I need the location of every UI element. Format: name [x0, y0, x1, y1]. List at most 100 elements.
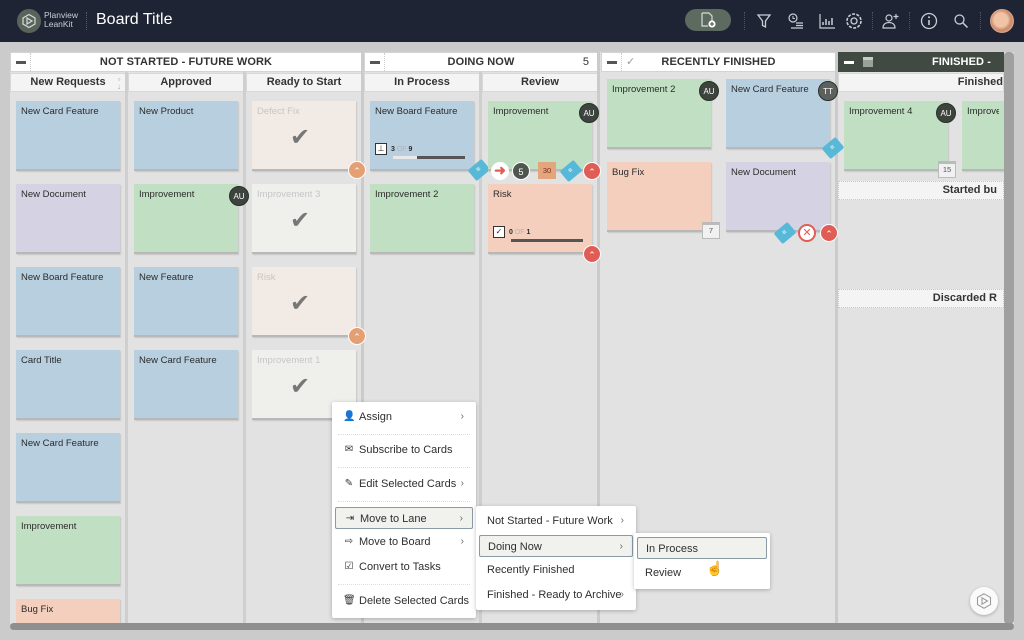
lane-group-title: FINISHED -	[931, 56, 991, 68]
card[interactable]: Improvement	[16, 516, 120, 586]
lane-header-review[interactable]: Review	[482, 73, 598, 92]
lane-header-new-requests[interactable]: New Requests ▫ ↓	[10, 73, 126, 92]
lane-header-approved[interactable]: Approved	[128, 73, 244, 92]
assignee-avatar[interactable]: TT	[818, 81, 838, 101]
lane-header-discarded[interactable]: Discarded R	[838, 289, 1004, 308]
horizontal-scrollbar[interactable]	[10, 623, 1014, 630]
lane-header-finished[interactable]: Finished	[838, 73, 1004, 92]
menu-label: Doing Now	[488, 541, 542, 553]
sort-icon[interactable]: ▫ ↓	[117, 76, 121, 91]
card[interactable]: Improvement AU	[488, 101, 599, 171]
logo-line-2: LeanKit	[44, 19, 73, 29]
menu-item-subscribe[interactable]: ✉ Subscribe to Cards	[335, 439, 473, 461]
lane-title: Review	[521, 76, 559, 88]
card[interactable]: New Feature	[134, 267, 238, 337]
menu-item-edit[interactable]: ✎ Edit Selected Cards ›	[335, 473, 473, 495]
lane-group-title: RECENTLY FINISHED	[661, 56, 776, 68]
card-ghost[interactable]: Defect Fix ✔ ⌃	[252, 101, 366, 179]
chevron-right-icon: ›	[460, 536, 464, 547]
user-avatar[interactable]	[990, 9, 1014, 33]
submenu-item-not-started[interactable]: Not Started - Future Work ›	[479, 510, 633, 532]
card[interactable]: New Document	[16, 184, 120, 254]
move-out-icon: ⇨	[344, 536, 354, 547]
card-ghost[interactable]: Risk ✔ ⌃	[252, 267, 366, 345]
card[interactable]: Improven	[962, 101, 1004, 171]
planview-logo-icon[interactable]	[17, 9, 41, 33]
lane-group-not-started[interactable]: NOT STARTED - FUTURE WORK	[10, 52, 362, 72]
card-title: New Card Feature	[21, 438, 99, 449]
progress-done: 0	[509, 228, 513, 236]
card[interactable]: New Card Feature	[16, 101, 120, 171]
card[interactable]: Improvement 4 AU 15	[844, 101, 956, 178]
lane-group-finished[interactable]: FINISHED -	[838, 52, 1004, 72]
filter-icon[interactable]	[754, 11, 774, 31]
lane-title: Started bu	[942, 184, 997, 196]
priority-icon: ⌃	[348, 161, 366, 179]
assignee-avatar[interactable]: AU	[229, 186, 249, 206]
doing-now-submenu: In Process Review	[634, 533, 770, 589]
card[interactable]: Improvement 2	[370, 184, 474, 254]
lane-group-recently-finished[interactable]: ✓ RECENTLY FINISHED	[601, 52, 836, 72]
progress-of: OF	[514, 228, 525, 236]
settings-icon[interactable]	[844, 11, 864, 31]
assignee-avatar[interactable]: AU	[936, 103, 956, 123]
menu-label: Convert to Tasks	[359, 561, 441, 573]
card[interactable]: New Card Feature	[16, 433, 120, 503]
card-ghost[interactable]: Improvement 3 ✔	[252, 184, 356, 254]
lane-group-doing-now[interactable]: DOING NOW 5	[364, 52, 598, 72]
blocked-arrow-icon: ➜	[491, 162, 509, 180]
info-icon[interactable]	[919, 11, 939, 31]
card-title: Improvement 3	[257, 189, 321, 200]
card[interactable]: Bug Fix 7	[607, 162, 720, 239]
divider	[86, 12, 87, 30]
submenu-item-recently-finished[interactable]: Recently Finished	[479, 559, 633, 581]
card[interactable]: New Board Feature	[16, 267, 120, 337]
trash-icon: 🗑	[343, 595, 356, 606]
card-title: Improvement 4	[849, 106, 913, 117]
assignee-avatar[interactable]: AU	[579, 103, 599, 123]
divider	[744, 12, 745, 30]
assignee-avatar[interactable]: AU	[699, 81, 719, 101]
card[interactable]: New Document	[726, 162, 830, 232]
search-icon[interactable]	[951, 11, 971, 31]
divider	[338, 584, 470, 585]
menu-item-move-to-board[interactable]: ⇨ Move to Board ›	[335, 531, 473, 553]
submenu-item-finished[interactable]: Finished - Ready to Archive ›	[479, 584, 633, 606]
card-title: New Document	[731, 167, 796, 178]
help-launcher-button[interactable]	[970, 587, 998, 615]
user-icon: 👤	[343, 411, 356, 422]
analytics-icon[interactable]	[817, 11, 837, 31]
tasks-icon: ⊥	[375, 143, 387, 155]
card[interactable]: Bug Fix	[16, 599, 120, 623]
card[interactable]: New Product	[134, 101, 238, 171]
lane-header-ready-to-start[interactable]: Ready to Start	[246, 73, 362, 92]
card[interactable]: New Card Feature TT ≡	[726, 79, 845, 160]
progress-fill	[393, 156, 417, 159]
menu-item-assign[interactable]: 👤 Assign ›	[335, 406, 473, 428]
chevron-right-icon: ›	[460, 411, 464, 422]
menu-item-delete[interactable]: 🗑 Delete Selected Cards	[335, 590, 473, 612]
card[interactable]: Improvement AU	[134, 184, 249, 254]
check-icon: ✔	[290, 124, 311, 151]
timeline-icon[interactable]	[786, 11, 806, 31]
card[interactable]: Improvement 2 AU	[607, 79, 719, 149]
card-title: New Document	[21, 189, 86, 200]
menu-item-convert-to-tasks[interactable]: ☑ Convert to Tasks	[335, 556, 473, 578]
board-title[interactable]: Board Title	[96, 11, 172, 29]
card[interactable]: New Board Feature ⊥ 3 OF 9 ≡	[370, 101, 491, 182]
card[interactable]: Card Title	[16, 350, 120, 420]
card-title: New Product	[139, 106, 194, 117]
lane-header-in-process[interactable]: In Process	[364, 73, 480, 92]
menu-item-move-to-lane[interactable]: ⇥ Move to Lane ›	[335, 507, 473, 529]
vertical-scrollbar[interactable]	[1004, 52, 1014, 624]
due-date-icon: 30	[538, 162, 556, 179]
submenu-item-in-process[interactable]: In Process	[637, 537, 767, 559]
submenu-item-doing-now[interactable]: Doing Now ›	[479, 535, 633, 557]
submenu-item-review[interactable]: Review	[637, 562, 767, 584]
lane-header-started[interactable]: Started bu	[838, 181, 1004, 200]
add-user-icon[interactable]	[881, 11, 901, 31]
card[interactable]: New Card Feature	[134, 350, 238, 420]
card[interactable]: Risk ✓ 0 OF 1	[488, 184, 592, 254]
add-card-button[interactable]	[685, 9, 731, 31]
divider	[338, 467, 470, 468]
